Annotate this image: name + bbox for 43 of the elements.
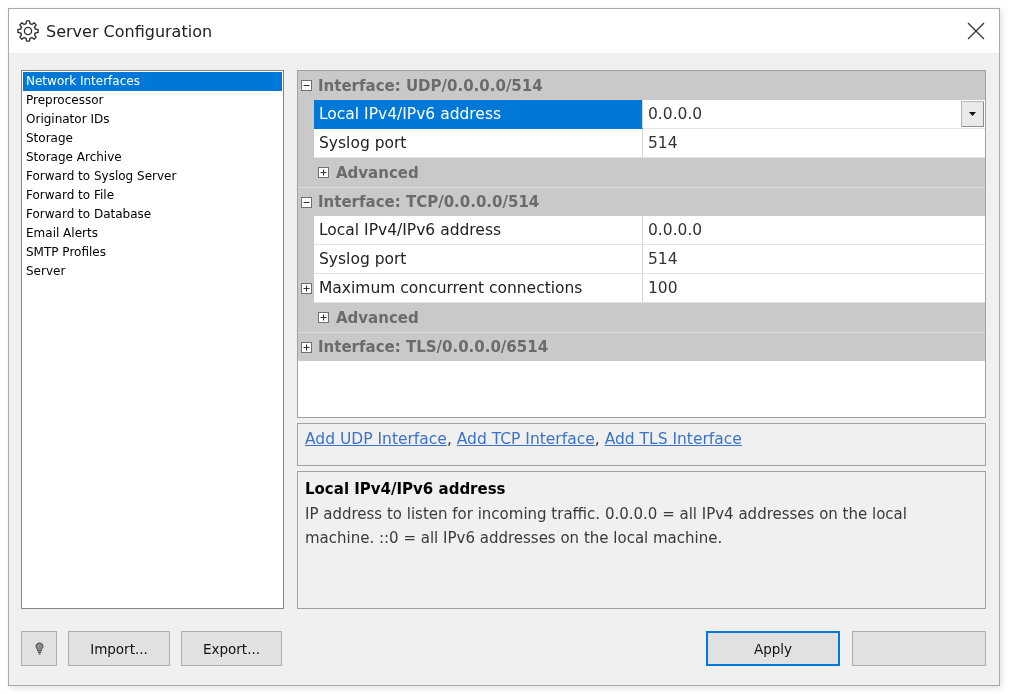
property-name-cell[interactable]: Local IPv4/IPv6 address: [314, 100, 643, 129]
dropdown-caret-icon[interactable]: [961, 101, 984, 127]
dialog-button[interactable]: Import...: [68, 631, 170, 666]
list-item[interactable]: Network Interfaces: [23, 72, 282, 91]
list-item[interactable]: Forward to Database: [23, 205, 282, 224]
property-value-cell[interactable]: 514: [643, 245, 985, 274]
property-name-cell[interactable]: Local IPv4/IPv6 address: [314, 216, 643, 245]
plus-box-icon[interactable]: [318, 312, 329, 323]
window-title: Server Configuration: [46, 21, 213, 41]
list-item[interactable]: Email Alerts: [23, 224, 282, 243]
property-value-cell[interactable]: 514: [643, 129, 985, 158]
list-comma: ,: [446, 430, 452, 448]
property-value-cell[interactable]: 100: [643, 274, 985, 303]
list-comma: ,: [594, 430, 600, 448]
add-interface-link[interactable]: Add TLS Interface: [604, 430, 742, 448]
property-name-cell[interactable]: Syslog port: [314, 129, 643, 158]
list-item[interactable]: Server: [23, 262, 282, 281]
description-title: Local IPv4/IPv6 address: [305, 479, 507, 499]
hint-button[interactable]: [21, 631, 57, 666]
description-text: IP address to listen for incoming traffic. 0.0.0.0 = all IPv4 addresses on the local machine. ::0 = all IPv6 addresses on the local machine.: [305, 504, 908, 549]
list-item[interactable]: Forward to File: [23, 186, 282, 205]
dialog-button[interactable]: Apply: [706, 631, 840, 666]
dropdown-field[interactable]: 0.0.0.0: [643, 100, 985, 129]
list-item[interactable]: Storage Archive: [23, 148, 282, 167]
close-icon[interactable]: [967, 22, 985, 40]
property-name-cell[interactable]: Syslog port: [314, 245, 643, 274]
add-interface-link[interactable]: Add UDP Interface: [305, 430, 447, 448]
minus-box-icon[interactable]: [301, 80, 312, 91]
list-item[interactable]: Preprocessor: [23, 91, 282, 110]
gear-icon: [17, 20, 39, 42]
property-value-cell[interactable]: 0.0.0.0: [643, 216, 985, 245]
plus-box-icon[interactable]: [301, 341, 312, 353]
plus-box-icon[interactable]: [318, 167, 329, 178]
list-item[interactable]: Forward to Syslog Server: [23, 167, 282, 186]
dialog-button[interactable]: Export...: [181, 631, 282, 666]
add-interface-link[interactable]: Add TCP Interface: [456, 430, 595, 448]
minus-box-icon[interactable]: [301, 196, 312, 208]
lightbulb-icon[interactable]: [34, 642, 44, 655]
list-item[interactable]: Originator IDs: [23, 110, 282, 129]
list-item[interactable]: Storage: [23, 129, 282, 148]
list-item[interactable]: SMTP Profiles: [23, 243, 282, 262]
property-name-cell[interactable]: Maximum concurrent connections: [314, 274, 643, 303]
plus-box-icon[interactable]: [301, 283, 312, 294]
